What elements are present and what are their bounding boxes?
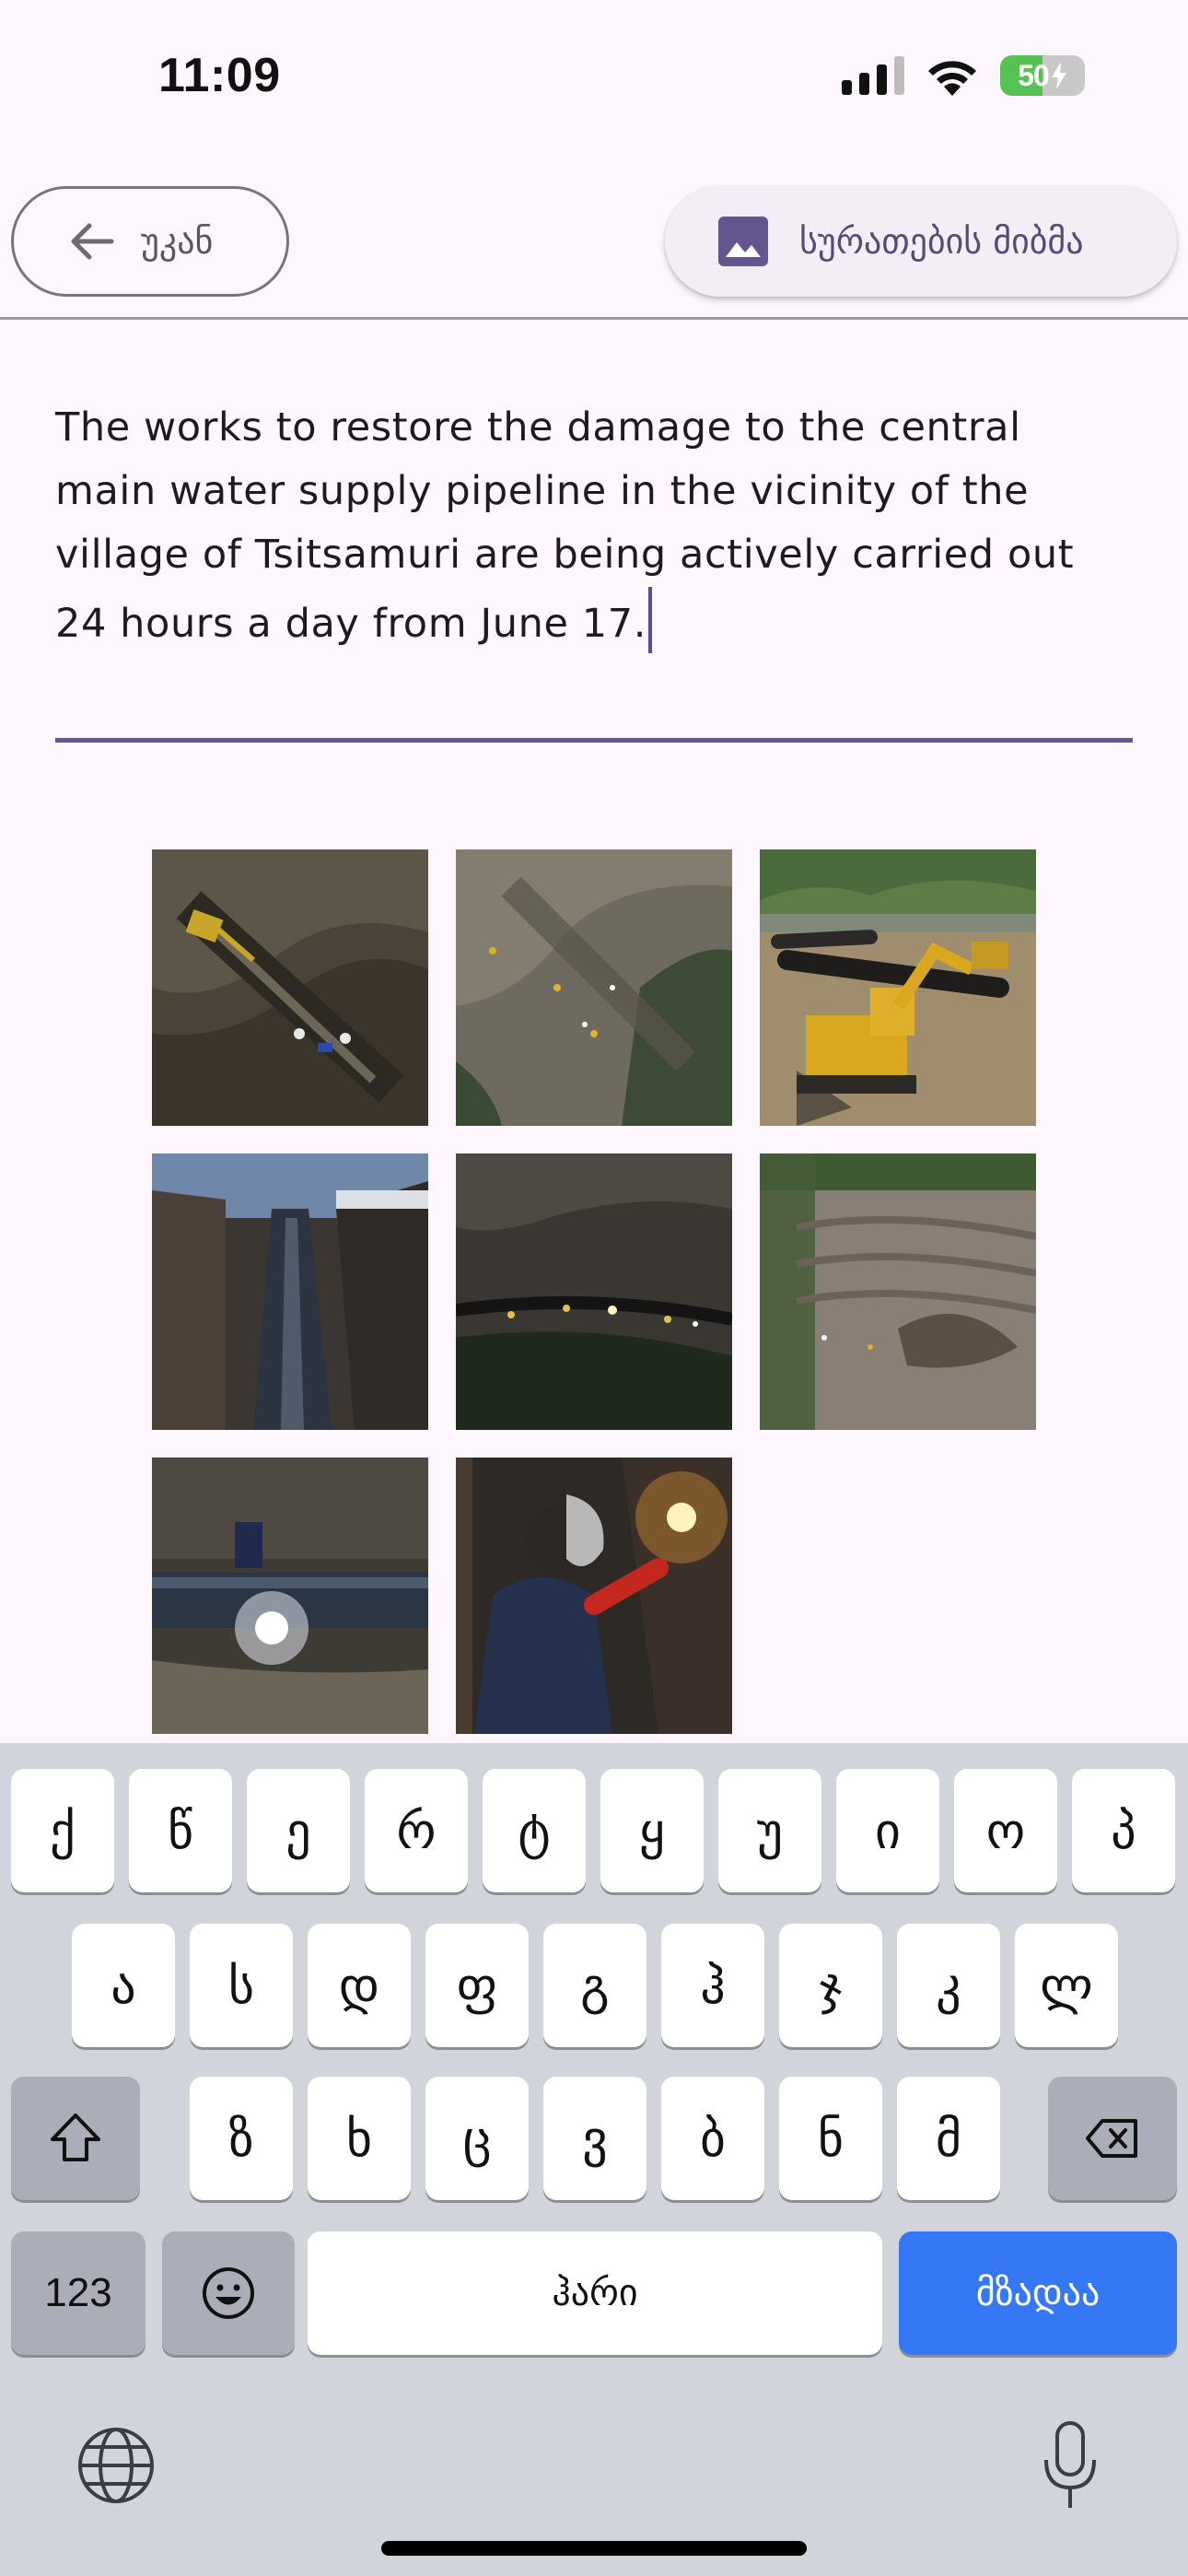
microphone-icon[interactable] [1041,2419,1100,2512]
key[interactable]: ტ [483,1769,586,1892]
key[interactable]: მ [897,2077,1000,2200]
status-bar: 11:09 50 [0,0,1188,157]
key[interactable]: ზ [190,2077,293,2200]
key[interactable]: ს [190,1924,293,2047]
key[interactable]: ლ [1015,1924,1118,2047]
key[interactable]: გ [543,1924,646,2047]
image-thumbnail[interactable] [456,1458,732,1734]
key[interactable]: ო [954,1769,1057,1892]
key[interactable]: ჯ [779,1924,882,2047]
key[interactable]: ხ [308,2077,411,2200]
key[interactable]: ნ [779,2077,882,2200]
numbers-key[interactable]: 123 [11,2231,146,2355]
back-button[interactable]: უკან [11,186,289,297]
key[interactable]: დ [308,1924,411,2047]
key[interactable]: ა [72,1924,175,2047]
home-indicator [381,2541,807,2556]
key[interactable]: პ [1072,1769,1175,1892]
cellular-signal-icon [842,56,904,95]
backspace-icon [1086,2119,1137,2158]
status-icons: 50 [842,55,1085,96]
key[interactable]: რ [365,1769,468,1892]
battery-level: 50 [1018,58,1050,92]
arrow-left-icon [71,223,114,260]
shift-icon [51,2113,100,2161]
key[interactable]: ჰ [661,1924,764,2047]
image-thumbnail[interactable] [760,1153,1036,1430]
key[interactable]: ი [836,1769,939,1892]
text-cursor [647,587,652,653]
emoji-key[interactable] [162,2231,295,2355]
emoji-icon [203,2267,254,2319]
image-thumbnail[interactable] [152,849,428,1126]
text-field-underline [55,738,1133,743]
return-key[interactable]: მზადაა [899,2231,1177,2355]
battery-charging-icon: 50 [1000,55,1085,96]
wifi-icon [928,61,976,96]
key[interactable]: ვ [543,2077,646,2200]
image-thumbnail[interactable] [760,849,1036,1126]
backspace-key[interactable] [1048,2077,1177,2200]
image-thumbnail[interactable] [152,1153,428,1430]
shift-key[interactable] [11,2077,140,2200]
globe-icon[interactable] [76,2425,157,2506]
key[interactable]: ე [247,1769,350,1892]
key[interactable]: უ [718,1769,821,1892]
key[interactable]: ც [425,2077,529,2200]
post-text-field[interactable]: The works to restore the damage to the c… [55,396,1133,743]
image-icon [718,217,768,266]
attach-images-label: სურათების მიბმა [799,221,1084,262]
post-text-value: The works to restore the damage to the c… [55,404,1075,647]
key[interactable]: ქ [11,1769,114,1892]
status-time: 11:09 [158,49,281,102]
image-thumbnail[interactable] [456,1153,732,1430]
image-thumbnail[interactable] [456,849,732,1126]
key[interactable]: ბ [661,2077,764,2200]
back-button-label: უკან [141,221,214,262]
app-bar-divider [0,317,1188,320]
attach-images-button[interactable]: სურათების მიბმა [665,186,1177,297]
image-thumbnail[interactable] [152,1458,428,1734]
key[interactable]: წ [129,1769,232,1892]
key[interactable]: კ [897,1924,1000,2047]
top-app-bar: უკან სურათების მიბმა [0,157,1188,320]
key[interactable]: ფ [425,1924,529,2047]
space-key[interactable]: ჰარი [308,2231,882,2355]
key[interactable]: ყ [600,1769,704,1892]
